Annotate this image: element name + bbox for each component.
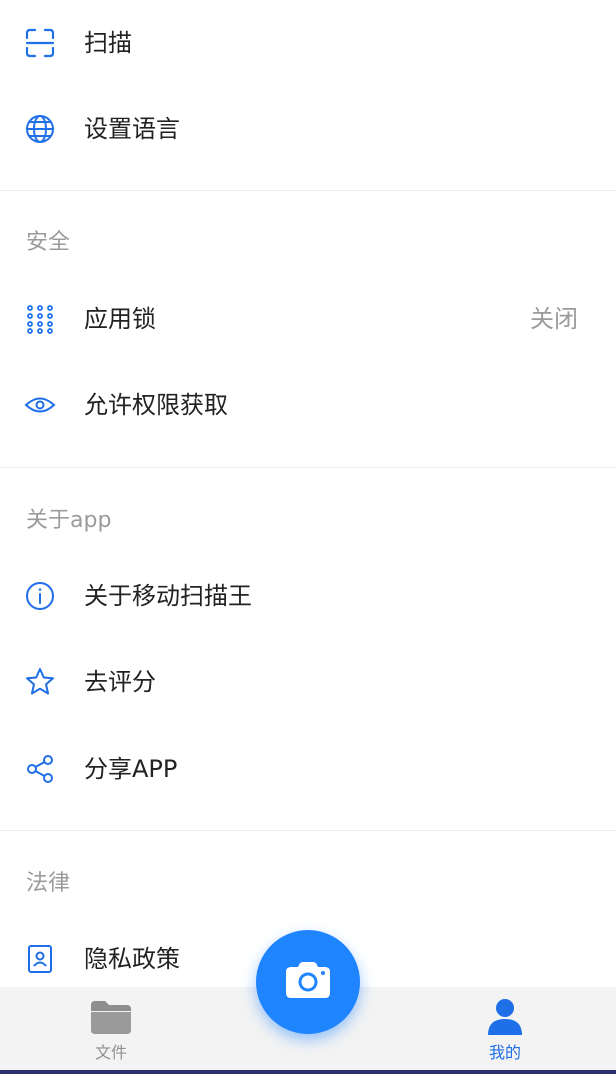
- app-lock-label: 应用锁: [84, 305, 156, 333]
- camera-fab-button[interactable]: [256, 930, 360, 1034]
- tab-mine[interactable]: 我的: [445, 987, 565, 1074]
- scan-row[interactable]: 扫描: [0, 0, 616, 86]
- tab-files[interactable]: 文件: [51, 987, 171, 1074]
- scan-label: 扫描: [84, 29, 132, 57]
- scan-frame-icon: [24, 27, 56, 59]
- share-label: 分享APP: [84, 755, 178, 783]
- about-label: 关于移动扫描王: [84, 582, 252, 610]
- camera-icon: [285, 961, 331, 1003]
- privacy-label: 隐私政策: [84, 945, 180, 973]
- section-divider: [0, 830, 616, 831]
- star-icon: [24, 666, 56, 698]
- legal-section-title: 法律: [26, 871, 71, 896]
- rate-label: 去评分: [84, 668, 156, 696]
- security-section-title: 安全: [26, 230, 71, 255]
- permissions-label: 允许权限获取: [84, 391, 228, 419]
- tab-mine-label: 我的: [488, 1043, 521, 1062]
- about-row[interactable]: 关于移动扫描王: [0, 553, 616, 639]
- info-icon: [24, 580, 56, 612]
- language-row[interactable]: 设置语言: [0, 86, 616, 172]
- rate-row[interactable]: 去评分: [0, 639, 616, 725]
- tab-files-label: 文件: [94, 1043, 127, 1062]
- eye-icon: [24, 389, 56, 421]
- settings-screen: 扫描 设置语言 安全 应用锁 关闭 允许权限获取 关于app 关于移动扫描王 去…: [0, 0, 616, 1074]
- app-lock-row[interactable]: 应用锁 关闭: [0, 276, 616, 362]
- share-icon: [24, 753, 56, 785]
- language-label: 设置语言: [84, 115, 180, 143]
- folder-icon: [88, 997, 134, 1037]
- globe-icon: [24, 113, 56, 145]
- share-row[interactable]: 分享APP: [0, 726, 616, 812]
- person-icon: [482, 997, 528, 1037]
- contact-card-icon: [24, 943, 56, 975]
- section-divider: [0, 467, 616, 468]
- keypad-icon: [24, 303, 56, 335]
- app-lock-status: 关闭: [530, 305, 578, 333]
- system-navigation-strip: [0, 1070, 616, 1074]
- permissions-row[interactable]: 允许权限获取: [0, 362, 616, 448]
- about-section-title: 关于app: [26, 508, 112, 533]
- section-divider: [0, 190, 616, 191]
